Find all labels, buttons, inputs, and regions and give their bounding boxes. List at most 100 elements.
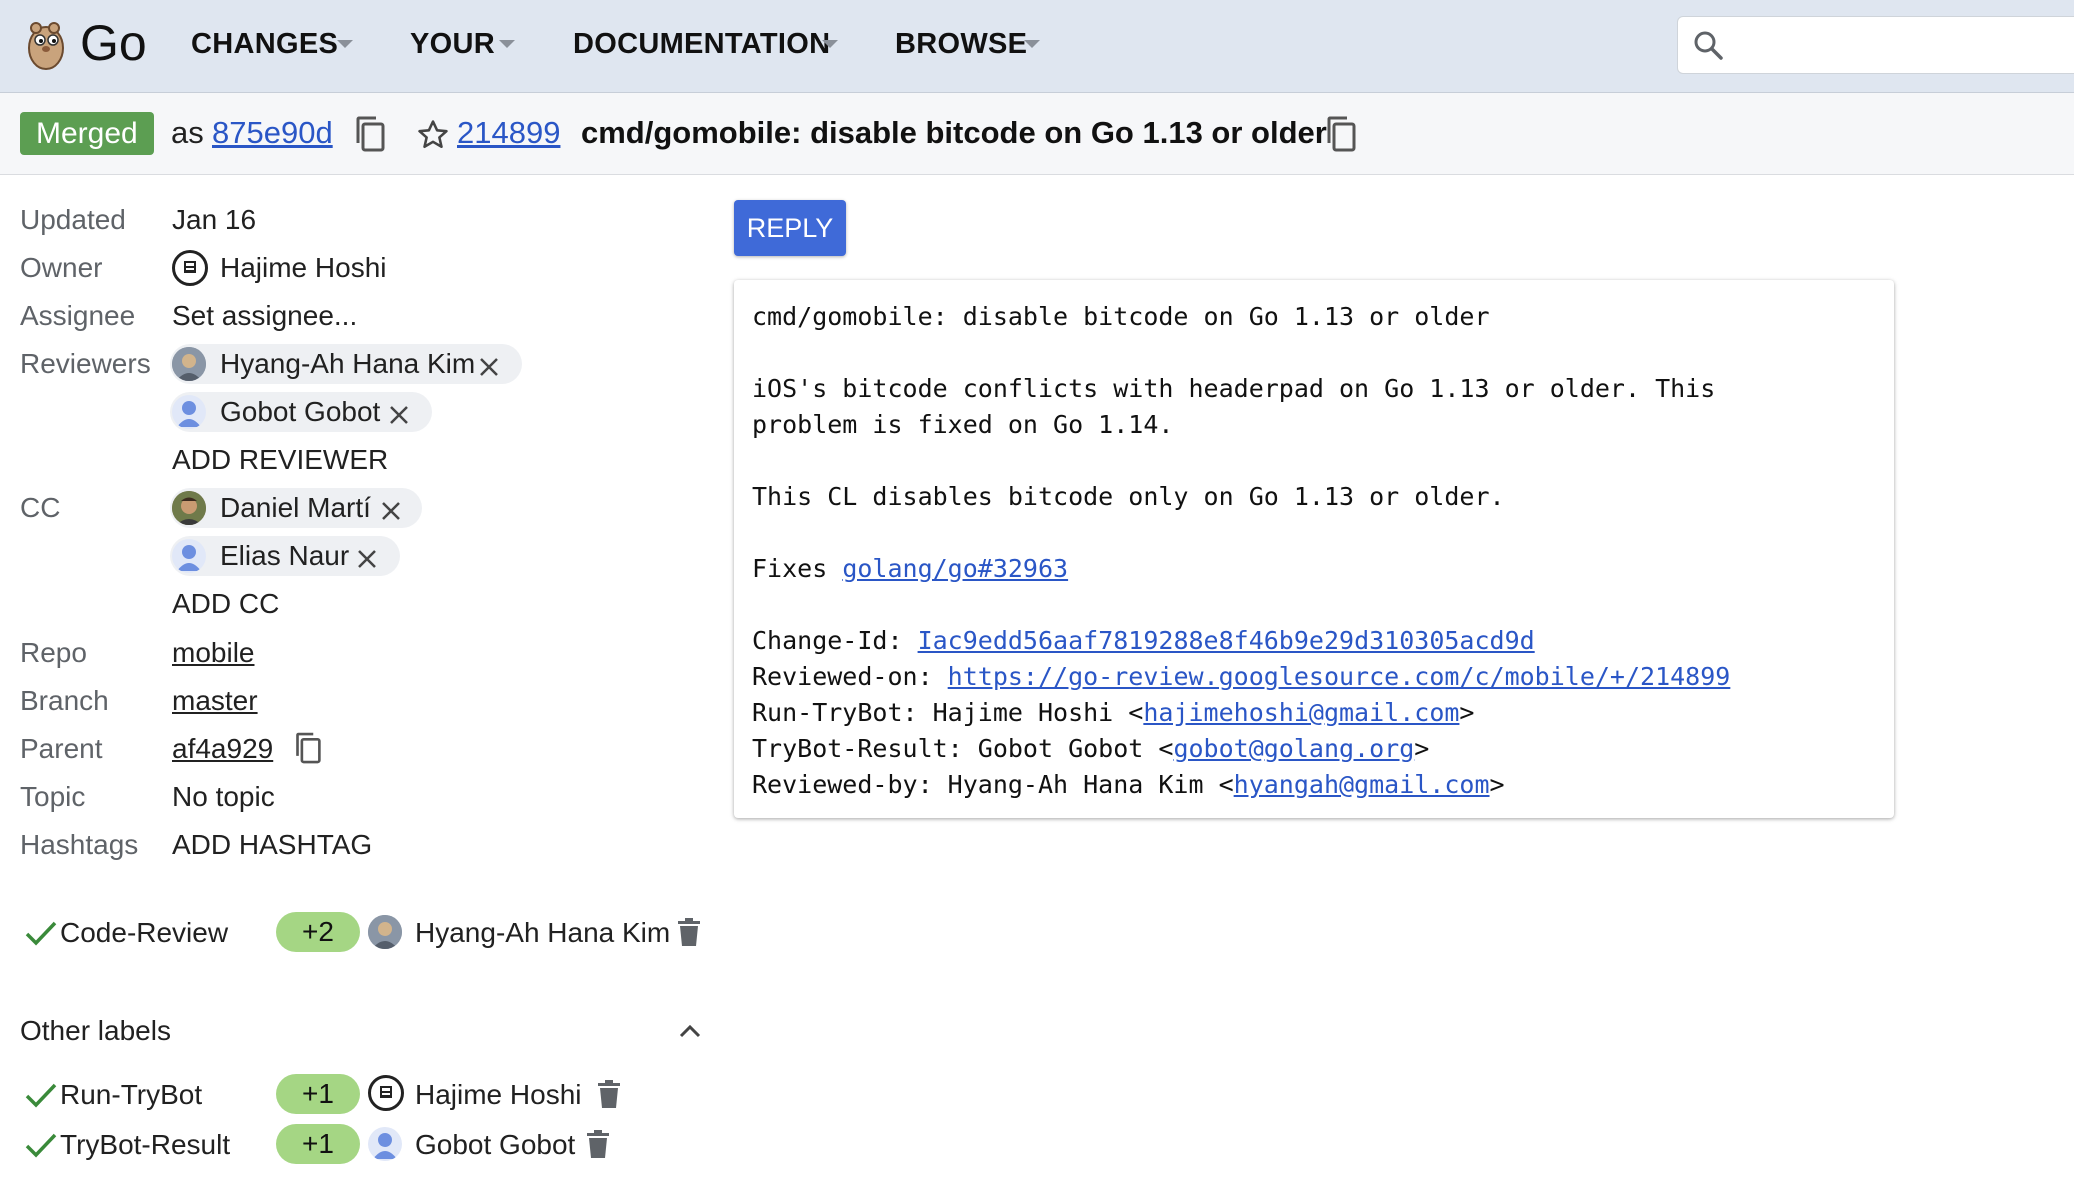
close-bracket: > [1489,770,1505,799]
updated-value: Jan 16 [172,204,257,235]
chevron-down-icon[interactable] [499,40,515,48]
reply-button[interactable]: REPLY [734,200,846,256]
message-line: Reviewed-by: Hyang-Ah Hana Kim <hyangah@… [752,770,1505,799]
close-icon[interactable] [478,353,500,376]
avatar [368,915,402,949]
nav-changes[interactable]: CHANGES [191,28,338,61]
trash-icon[interactable] [587,1130,609,1158]
message-line: Reviewed-on: https://go-review.googlesou… [752,662,1730,691]
nav-documentation[interactable]: DOCUMENTATION [573,28,830,61]
branch-label: Branch [20,685,109,716]
reviewer-name[interactable]: Gobot Gobot [220,396,380,428]
trash-icon[interactable] [678,918,700,946]
hashtags-label: Hashtags [20,829,139,860]
other-labels-heading: Other labels [20,1015,171,1046]
vote-badge: +2 [276,912,360,952]
change-subject: cmd/gomobile: disable bitcode on Go 1.13… [581,115,1327,150]
issue-link[interactable]: golang/go#32963 [842,554,1068,583]
chevron-up-icon[interactable] [678,1016,702,1038]
avatar [368,1075,404,1111]
change-number-link[interactable]: 214899 [457,113,560,153]
owner-label: Owner [20,252,103,283]
avatar [172,491,206,525]
voter-name: Hajime Hoshi [415,1079,582,1110]
nav-browse[interactable]: BROWSE [895,28,1027,61]
email-link[interactable]: gobot@golang.org [1173,734,1414,763]
message-line: Run-TryBot: Hajime Hoshi <hajimehoshi@gm… [752,698,1474,727]
add-hashtag-button[interactable]: ADD HASHTAG [172,829,372,861]
copy-icon[interactable] [294,731,322,765]
close-icon[interactable] [356,545,378,568]
voter-name: Gobot Gobot [415,1129,576,1160]
parent-label: Parent [20,733,103,764]
owner-name[interactable]: Hajime Hoshi [220,252,387,284]
trash-icon[interactable] [598,1080,620,1108]
go-gopher-logo-icon[interactable] [22,18,70,72]
run-trybot-label: Run-TryBot [60,1079,203,1110]
check-icon [24,1080,58,1110]
close-bracket: > [1459,698,1475,727]
email-link[interactable]: hyangah@gmail.com [1234,770,1490,799]
commit-link[interactable]: 875e90d [212,113,333,153]
close-icon[interactable] [388,401,410,424]
nav-your[interactable]: YOUR [410,28,495,61]
change-header: Merged as 875e90d 214899 cmd/gomobile: d… [0,93,2074,175]
reviewed-by-prefix: Reviewed-by: Hyang-Ah Hana Kim < [752,770,1234,799]
avatar [172,395,206,429]
reviewed-on-prefix: Reviewed-on: [752,662,948,691]
topic-label: Topic [20,781,86,812]
copy-icon[interactable] [1325,115,1357,153]
cc-name[interactable]: Daniel Martí [220,492,371,524]
chevron-down-icon[interactable] [337,40,353,48]
cc-label: CC [20,492,61,523]
code-review-label: Code-Review [60,917,229,948]
top-navigation-bar: Go CHANGES YOUR DOCUMENTATION BROWSE [0,0,2074,93]
search-input[interactable] [1677,16,2074,74]
message-line: iOS's bitcode conflicts with headerpad o… [752,374,1716,403]
parent-link[interactable]: af4a929 [172,733,273,765]
email-link[interactable]: hajimehoshi@gmail.com [1143,698,1459,727]
repo-label: Repo [20,637,87,668]
message-line: Fixes golang/go#32963 [752,554,1068,583]
reviewer-name[interactable]: Hyang-Ah Hana Kim [220,348,475,380]
add-reviewer-button[interactable]: ADD REVIEWER [172,444,388,476]
branch-link[interactable]: master [172,685,258,717]
vote-badge: +1 [276,1074,360,1114]
add-cc-button[interactable]: ADD CC [172,588,279,620]
close-icon[interactable] [380,497,402,520]
message-line: This CL disables bitcode only on Go 1.13… [752,482,1505,511]
message-line: cmd/gomobile: disable bitcode on Go 1.13… [752,302,1490,331]
avatar [172,539,206,573]
trybot-result-label: TryBot-Result [60,1129,231,1160]
check-icon [24,1130,58,1160]
as-label: as [171,115,204,150]
message-line: Change-Id: Iac9edd56aaf7819288e8f46b9e29… [752,626,1535,655]
avatar [172,347,206,381]
change-id-link[interactable]: Iac9edd56aaf7819288e8f46b9e29d310305acd9… [918,626,1535,655]
run-trybot-prefix: Run-TryBot: Hajime Hoshi < [752,698,1144,727]
repo-link[interactable]: mobile [172,637,254,669]
message-line: TryBot-Result: Gobot Gobot <gobot@golang… [752,734,1429,763]
app-title[interactable]: Go [80,14,147,72]
chevron-down-icon[interactable] [822,40,838,48]
chevron-down-icon[interactable] [1024,40,1040,48]
review-url-link[interactable]: https://go-review.googlesource.com/c/mob… [948,662,1731,691]
assignee-label: Assignee [20,300,136,331]
close-bracket: > [1414,734,1430,763]
check-icon [24,918,58,948]
status-badge: Merged [20,112,154,155]
assignee-input[interactable]: Set assignee... [172,300,357,332]
star-icon[interactable] [416,118,450,152]
avatar [368,1127,402,1161]
fixes-prefix: Fixes [752,554,843,583]
reviewers-label: Reviewers [20,348,151,379]
search-icon[interactable] [1692,29,1724,61]
message-line: problem is fixed on Go 1.14. [752,410,1174,439]
voter-name: Hyang-Ah Hana Kim [415,917,671,948]
trybot-result-prefix: TryBot-Result: Gobot Gobot < [752,734,1174,763]
cc-name[interactable]: Elias Naur [220,540,349,572]
copy-icon[interactable] [354,115,386,153]
avatar [172,250,208,286]
vote-badge: +1 [276,1124,360,1164]
topic-value[interactable]: No topic [172,781,275,813]
